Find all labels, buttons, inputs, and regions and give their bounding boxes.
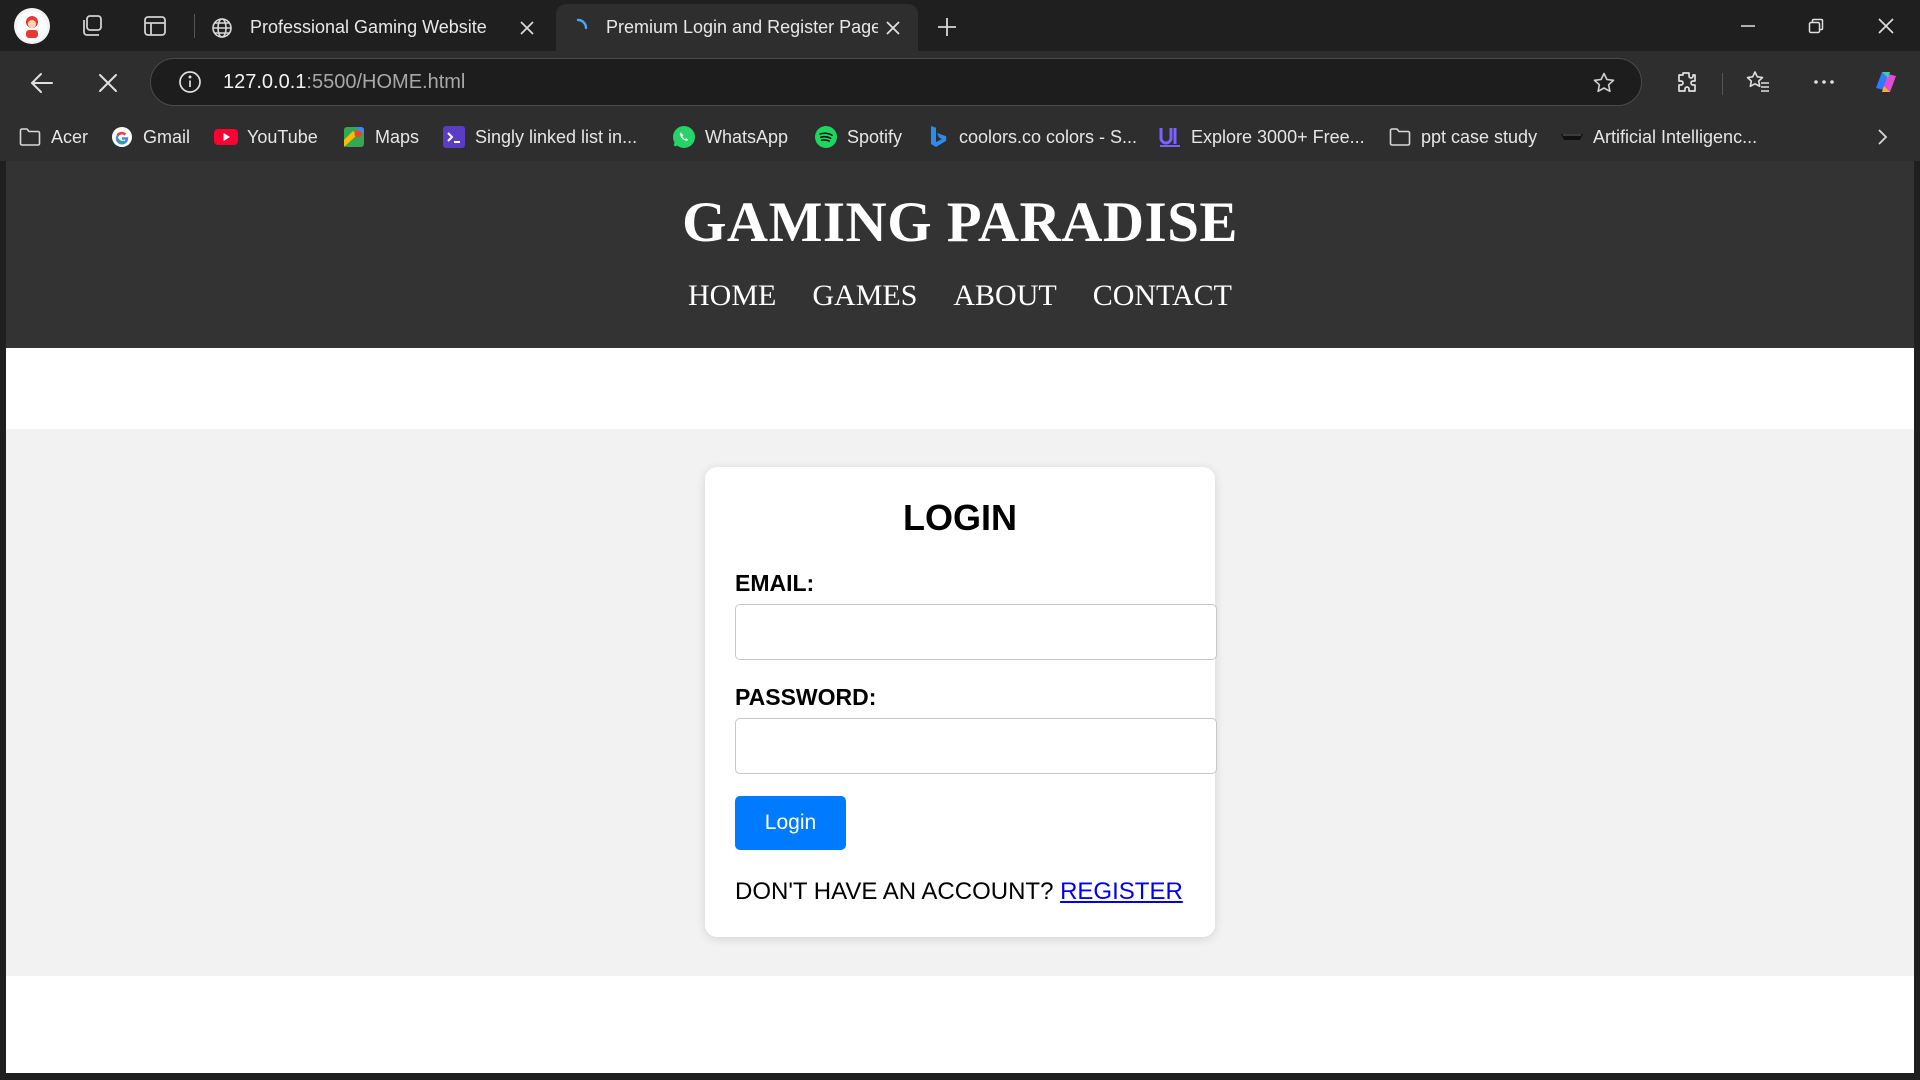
toolbar: 127.0.0.1:5500/HOME.html [0, 51, 1920, 113]
nav-games[interactable]: GAMES [812, 279, 917, 313]
google-icon [110, 125, 134, 149]
bookmark-gmail[interactable]: Gmail [110, 122, 190, 152]
url-path: :5500/HOME.html [306, 70, 466, 93]
restore-icon[interactable] [1788, 6, 1844, 46]
bookmark-explore-3000[interactable]: Explore 3000+ Free... [1158, 122, 1365, 152]
tab-strip: Professional Gaming Website Premium Logi… [0, 0, 1920, 51]
bookmark-label: Gmail [143, 126, 191, 147]
folder-icon [1388, 125, 1412, 149]
workspaces-icon[interactable] [78, 12, 106, 40]
back-icon[interactable] [24, 65, 60, 101]
copilot-icon[interactable] [1868, 64, 1904, 100]
login-section: LOGIN EMAIL: PASSWORD: Login DON'T HAVE … [6, 429, 1914, 976]
bookmark-acer[interactable]: Acer [18, 122, 88, 152]
login-button[interactable]: Login [735, 796, 846, 850]
bookmark-youtube[interactable]: YouTube [214, 122, 318, 152]
chevron-right-icon[interactable] [1870, 125, 1894, 149]
bookmark-label: YouTube [247, 126, 318, 147]
bookmark-label: ppt case study [1421, 126, 1538, 147]
more-options-icon[interactable] [1806, 64, 1842, 100]
folder-icon [18, 125, 42, 149]
bookmark-artificial-intelligence[interactable]: Artificial Intelligenc... [1560, 122, 1757, 152]
bookmark-whatsapp[interactable]: WhatsApp [672, 122, 788, 152]
ui-icon [1158, 125, 1182, 149]
bing-icon [926, 125, 950, 149]
bookmark-maps[interactable]: Maps [342, 122, 419, 152]
site-title: GAMING PARADISE [682, 191, 1238, 254]
address-bar[interactable]: 127.0.0.1:5500/HOME.html [150, 58, 1642, 106]
youtube-icon [214, 125, 238, 149]
toolbar-divider [1722, 73, 1723, 95]
maps-icon [342, 125, 366, 149]
ai-icon [1560, 125, 1584, 149]
tab-divider [194, 14, 195, 38]
whatsapp-icon [672, 125, 696, 149]
favorites-icon[interactable] [1740, 64, 1776, 100]
bookmark-label: Explore 3000+ Free... [1191, 126, 1365, 147]
register-link[interactable]: REGISTER [1060, 878, 1183, 905]
login-card: LOGIN EMAIL: PASSWORD: Login DON'T HAVE … [705, 467, 1217, 937]
close-tab-icon[interactable] [878, 13, 908, 43]
nav-contact[interactable]: CONTACT [1093, 279, 1232, 313]
page-viewport: GAMING PARADISE HOME GAMES ABOUT CONTACT… [6, 161, 1914, 1073]
new-tab-icon[interactable] [930, 10, 964, 44]
bookmark-label: Spotify [847, 126, 903, 147]
close-window-icon[interactable] [1858, 6, 1914, 46]
profile-avatar[interactable] [14, 8, 50, 44]
terminal-icon [442, 125, 466, 149]
nav-home[interactable]: HOME [688, 279, 776, 313]
bookmark-coolors[interactable]: coolors.co colors - S... [926, 122, 1137, 152]
minimize-icon[interactable] [1720, 6, 1776, 46]
password-field[interactable] [735, 718, 1217, 774]
tab-actions-icon[interactable] [141, 12, 169, 40]
site-header: GAMING PARADISE HOME GAMES ABOUT CONTACT [6, 161, 1914, 348]
close-tab-icon[interactable] [512, 13, 542, 43]
bookmark-spotify[interactable]: Spotify [814, 122, 902, 152]
bookmark-ppt-case-study[interactable]: ppt case study [1388, 122, 1537, 152]
url-text: 127.0.0.1:5500/HOME.html [223, 71, 465, 94]
email-field[interactable] [735, 604, 1217, 660]
tab-title: Professional Gaming Website [250, 17, 487, 37]
avatar-icon [17, 11, 47, 41]
register-prompt-text: DON'T HAVE AN ACCOUNT? [735, 878, 1054, 905]
bookmark-singly-linked-list[interactable]: Singly linked list in... [442, 122, 637, 152]
nav-about[interactable]: ABOUT [953, 279, 1056, 313]
email-label: EMAIL: [735, 570, 815, 596]
password-label: PASSWORD: [735, 684, 877, 710]
site-info-icon[interactable] [175, 67, 205, 97]
bookmark-label: Acer [51, 126, 89, 147]
tab-premium-login[interactable]: Premium Login and Register Page [556, 4, 918, 51]
register-prompt: DON'T HAVE AN ACCOUNT? REGISTER [735, 878, 1183, 906]
tab-professional-gaming[interactable]: Professional Gaming Website [196, 4, 552, 51]
bookmark-label: Maps [375, 126, 420, 147]
bookmark-label: WhatsApp [705, 126, 789, 147]
url-host: 127.0.0.1 [223, 70, 307, 93]
spotify-icon [814, 125, 838, 149]
tab-title: Premium Login and Register Page [606, 17, 878, 37]
stop-loading-icon[interactable] [90, 65, 126, 101]
bookmark-label: Artificial Intelligenc... [1593, 126, 1758, 147]
favorite-star-icon[interactable] [1589, 68, 1619, 98]
bookmark-label: Singly linked list in... [475, 126, 638, 147]
site-nav: HOME GAMES ABOUT CONTACT [6, 279, 1914, 313]
globe-icon [210, 16, 234, 40]
extensions-icon[interactable] [1668, 64, 1704, 100]
bookmark-label: coolors.co colors - S... [959, 126, 1138, 147]
login-heading: LOGIN [903, 497, 1017, 538]
loading-icon [566, 16, 590, 40]
bookmarks-bar: Acer Gmail YouTube Maps Singly linked li… [0, 113, 1920, 161]
